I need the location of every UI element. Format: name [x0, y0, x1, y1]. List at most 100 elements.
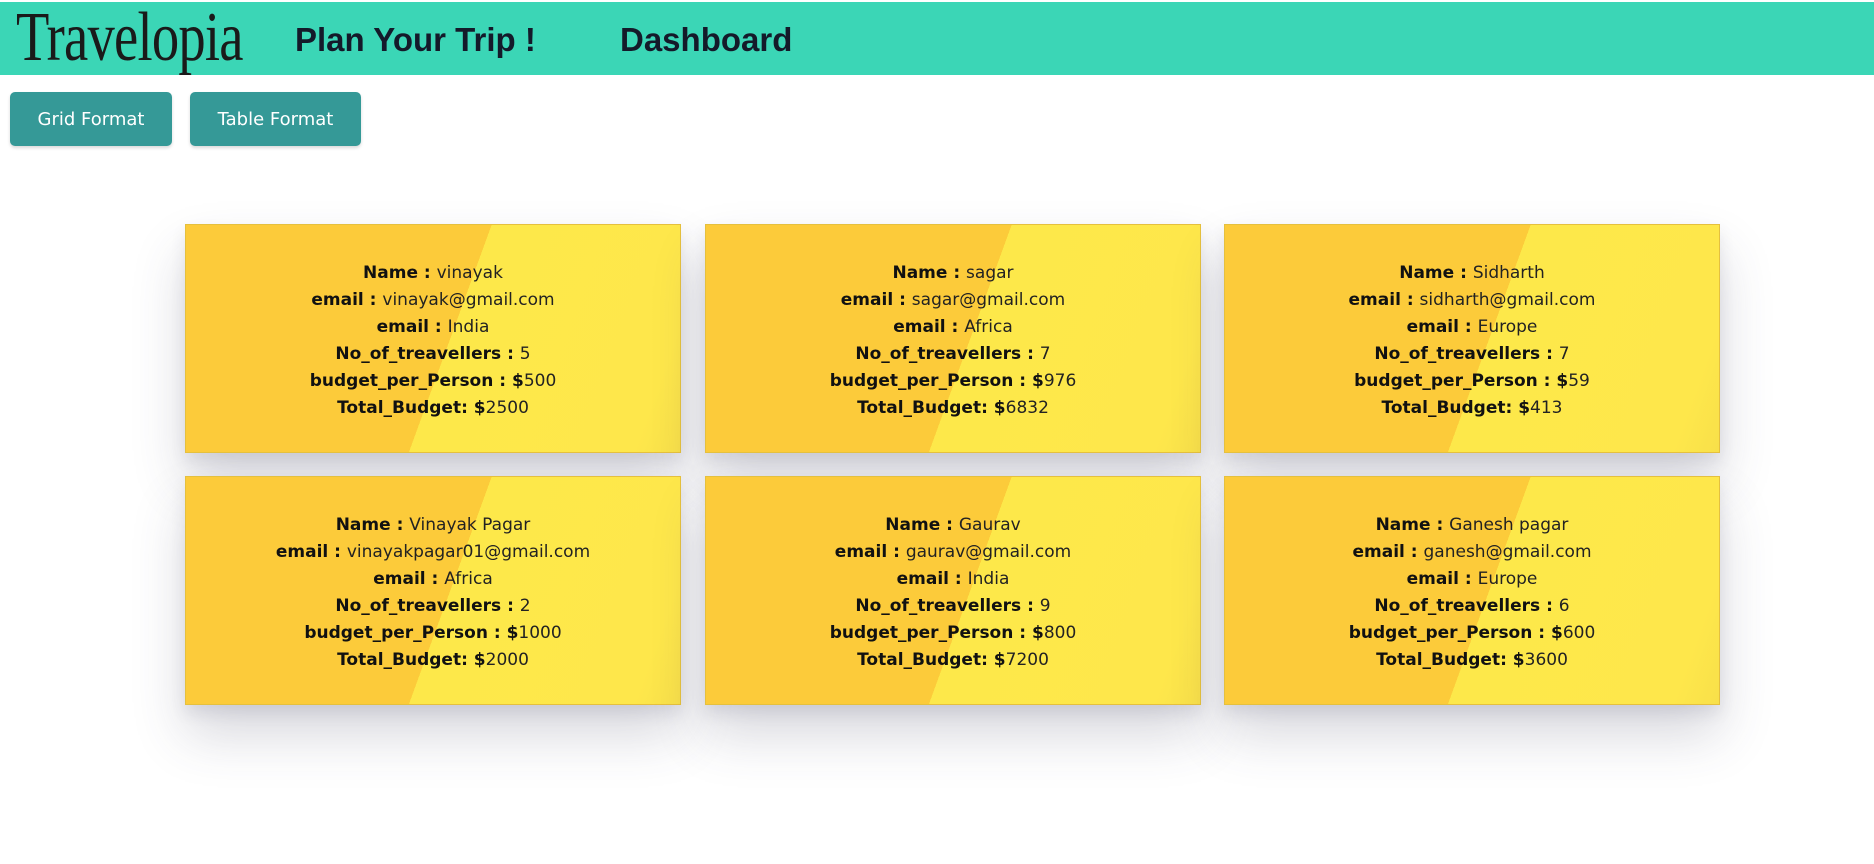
email-label: email : — [275, 542, 347, 562]
trip-budget-per-person-value: 800 — [1043, 623, 1077, 643]
grid-format-button[interactable]: Grid Format — [10, 92, 172, 146]
trip-budget-per-person-value: 976 — [1043, 371, 1077, 391]
trip-destination-value: India — [967, 569, 1010, 589]
trip-total-budget-value: 2500 — [485, 398, 529, 418]
email-label: email : — [1352, 542, 1424, 562]
trip-email-row: email : gaurav@gmail.com — [706, 539, 1200, 566]
trip-name-value: Gaurav — [958, 515, 1021, 535]
trip-total-budget-value: 3600 — [1524, 650, 1568, 670]
trip-destination-row: email : Africa — [706, 314, 1200, 341]
trip-card-body: Name : Vinayak Pagar email : vinayakpaga… — [186, 512, 680, 674]
budget-per-person-label: budget_per_Person : $ — [829, 623, 1044, 643]
trip-email-row: email : sagar@gmail.com — [706, 287, 1200, 314]
trip-email-value: vinayakpagar01@gmail.com — [346, 542, 591, 562]
budget-per-person-label: budget_per_Person : $ — [829, 371, 1044, 391]
nav-link-plan-trip[interactable]: Plan Your Trip ! — [295, 18, 536, 62]
travellers-label: No_of_treavellers : — [855, 344, 1040, 364]
budget-per-person-label: budget_per_Person : $ — [304, 623, 519, 643]
trip-name-value: Sidharth — [1472, 263, 1545, 283]
budget-per-person-label: budget_per_Person : $ — [1348, 623, 1563, 643]
trip-card: Name : Gaurav email : gaurav@gmail.com e… — [705, 476, 1201, 705]
trip-card: Name : Ganesh pagar email : ganesh@gmail… — [1224, 476, 1720, 705]
trip-email-value: sidharth@gmail.com — [1419, 290, 1596, 310]
trip-email-row: email : vinayak@gmail.com — [186, 287, 680, 314]
trip-email-value: vinayak@gmail.com — [382, 290, 555, 310]
trip-card-body: Name : sagar email : sagar@gmail.com ema… — [706, 260, 1200, 422]
trip-card: Name : Vinayak Pagar email : vinayakpaga… — [185, 476, 681, 705]
trip-destination-value: Europe — [1477, 569, 1538, 589]
destination-label: email : — [376, 317, 448, 337]
travellers-label: No_of_treavellers : — [335, 596, 520, 616]
total-budget-label: Total_Budget: $ — [1381, 398, 1531, 418]
trip-travellers-value: 6 — [1558, 596, 1570, 616]
trip-total-budget-value: 6832 — [1005, 398, 1049, 418]
name-label: Name : — [1399, 263, 1473, 283]
trip-card-body: Name : vinayak email : vinayak@gmail.com… — [186, 260, 680, 422]
trip-budget-per-person-value: 600 — [1562, 623, 1596, 643]
trip-travellers-row: No_of_treavellers : 7 — [1225, 341, 1719, 368]
trip-budget-per-person-value: 59 — [1568, 371, 1590, 391]
trip-name-value: Ganesh pagar — [1449, 515, 1569, 535]
total-budget-label: Total_Budget: $ — [857, 398, 1006, 418]
trip-total-budget-row: Total_Budget: $7200 — [706, 647, 1200, 674]
trip-travellers-value: 9 — [1039, 596, 1051, 616]
trip-card: Name : sagar email : sagar@gmail.com ema… — [705, 224, 1201, 453]
trip-travellers-row: No_of_treavellers : 2 — [186, 593, 680, 620]
trip-budget-per-person-row: budget_per_Person : $976 — [706, 368, 1200, 395]
table-format-button[interactable]: Table Format — [190, 92, 361, 146]
trip-budget-per-person-row: budget_per_Person : $800 — [706, 620, 1200, 647]
email-label: email : — [1348, 290, 1420, 310]
trip-travellers-value: 7 — [1039, 344, 1051, 364]
destination-label: email : — [1406, 317, 1478, 337]
trip-budget-per-person-row: budget_per_Person : $600 — [1225, 620, 1719, 647]
trip-card-body: Name : Sidharth email : sidharth@gmail.c… — [1225, 260, 1719, 422]
destination-label: email : — [896, 569, 968, 589]
trip-travellers-value: 2 — [519, 596, 531, 616]
trip-budget-per-person-value: 500 — [523, 371, 557, 391]
name-label: Name : — [885, 515, 959, 535]
navbar: Travelopia Plan Your Trip ! Dashboard — [0, 0, 1874, 78]
site-logo[interactable]: Travelopia — [16, 0, 244, 78]
trip-card-body: Name : Ganesh pagar email : ganesh@gmail… — [1225, 512, 1719, 674]
trip-destination-row: email : India — [186, 314, 680, 341]
travellers-label: No_of_treavellers : — [855, 596, 1040, 616]
trip-total-budget-value: 2000 — [485, 650, 529, 670]
trip-total-budget-value: 7200 — [1005, 650, 1049, 670]
trip-destination-value: Africa — [444, 569, 493, 589]
destination-label: email : — [893, 317, 965, 337]
trip-name-row: Name : Sidharth — [1225, 260, 1719, 287]
total-budget-label: Total_Budget: $ — [337, 398, 486, 418]
trip-travellers-row: No_of_treavellers : 6 — [1225, 593, 1719, 620]
trip-travellers-row: No_of_treavellers : 5 — [186, 341, 680, 368]
budget-per-person-label: budget_per_Person : $ — [1354, 371, 1569, 391]
travellers-label: No_of_treavellers : — [1374, 344, 1559, 364]
trip-budget-per-person-value: 1000 — [518, 623, 562, 643]
name-label: Name : — [892, 263, 967, 283]
trip-name-row: Name : Ganesh pagar — [1225, 512, 1719, 539]
name-label: Name : — [335, 515, 410, 535]
trip-total-budget-row: Total_Budget: $3600 — [1225, 647, 1719, 674]
trip-email-value: ganesh@gmail.com — [1423, 542, 1592, 562]
trip-total-budget-row: Total_Budget: $2000 — [186, 647, 680, 674]
trip-email-row: email : vinayakpagar01@gmail.com — [186, 539, 680, 566]
trip-travellers-value: 5 — [519, 344, 531, 364]
trip-travellers-value: 7 — [1558, 344, 1570, 364]
trip-budget-per-person-row: budget_per_Person : $59 — [1225, 368, 1719, 395]
nav-link-dashboard[interactable]: Dashboard — [620, 18, 792, 62]
trip-total-budget-row: Total_Budget: $413 — [1225, 395, 1719, 422]
trip-name-row: Name : sagar — [706, 260, 1200, 287]
trip-travellers-row: No_of_treavellers : 7 — [706, 341, 1200, 368]
trip-destination-row: email : India — [706, 566, 1200, 593]
trip-email-value: sagar@gmail.com — [911, 290, 1066, 310]
trip-card: Name : vinayak email : vinayak@gmail.com… — [185, 224, 681, 453]
name-label: Name : — [363, 263, 437, 283]
trip-name-row: Name : vinayak — [186, 260, 680, 287]
trip-card: Name : Sidharth email : sidharth@gmail.c… — [1224, 224, 1720, 453]
total-budget-label: Total_Budget: $ — [337, 650, 486, 670]
trip-destination-row: email : Europe — [1225, 314, 1719, 341]
trip-budget-per-person-row: budget_per_Person : $1000 — [186, 620, 680, 647]
email-label: email : — [311, 290, 383, 310]
trip-destination-row: email : Europe — [1225, 566, 1719, 593]
trip-name-value: Vinayak Pagar — [409, 515, 531, 535]
trip-destination-row: email : Africa — [186, 566, 680, 593]
